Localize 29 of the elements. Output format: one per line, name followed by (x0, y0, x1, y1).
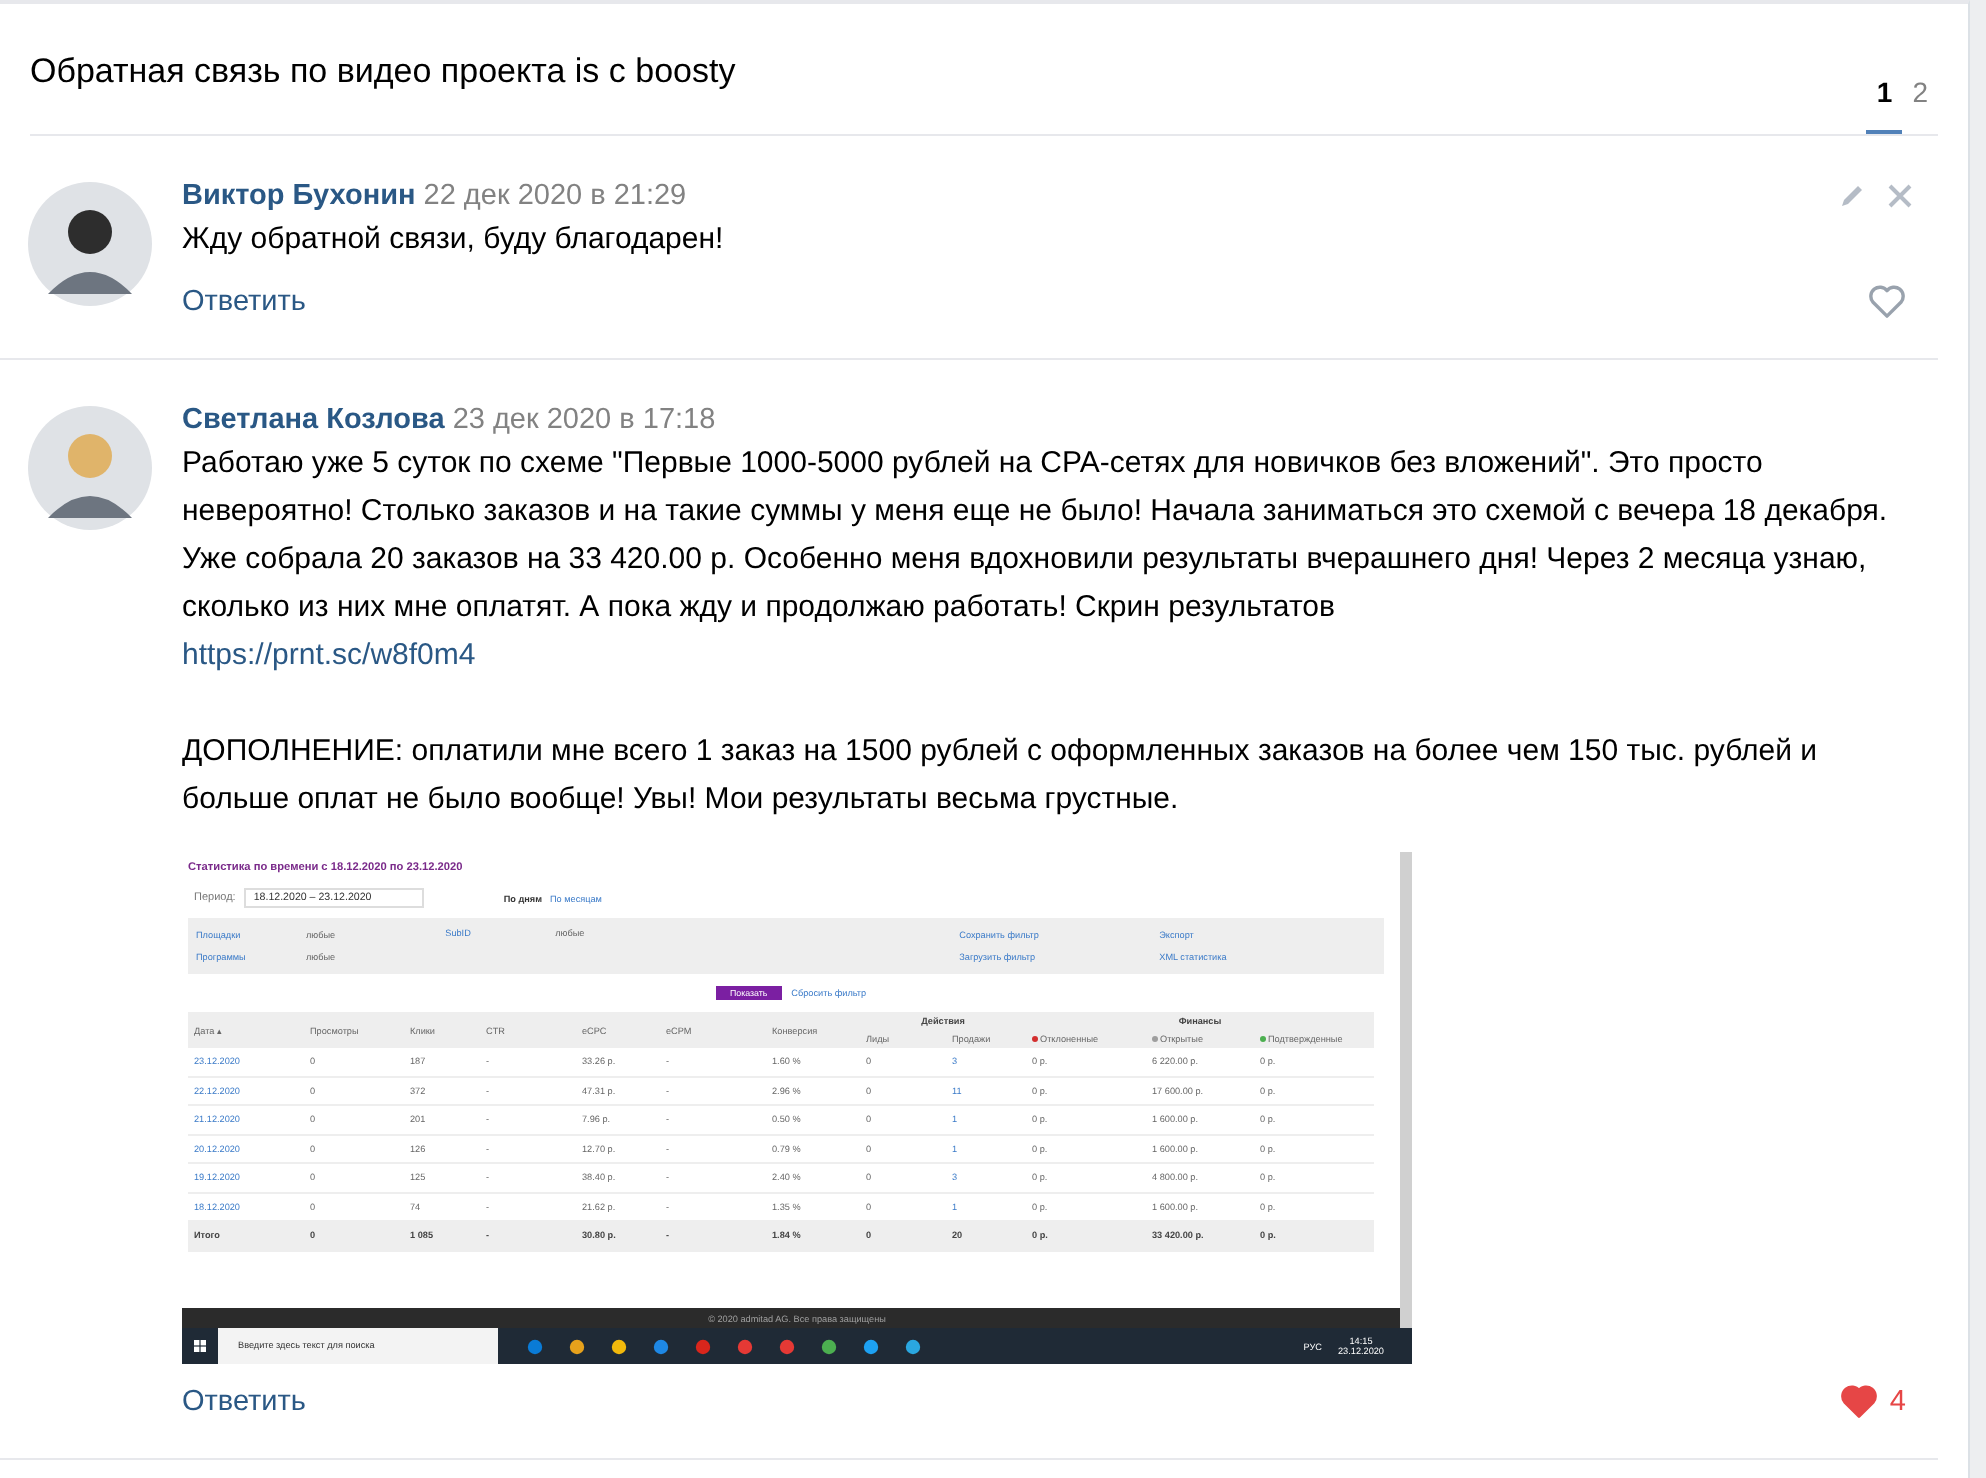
app-icon[interactable] (652, 1337, 670, 1355)
app-icon[interactable] (862, 1337, 880, 1355)
link[interactable]: https://prnt.sc/w8f0m4 (182, 632, 476, 680)
app-icon[interactable] (778, 1337, 796, 1355)
app-icon[interactable] (526, 1337, 544, 1355)
app-icon[interactable] (610, 1337, 628, 1355)
heart-icon (1839, 1384, 1878, 1418)
like-count: 4 (1889, 1385, 1906, 1417)
topic-title: Обратная связь по видео проекта is с boosty (30, 52, 736, 92)
app-icon[interactable] (820, 1337, 838, 1355)
app-icon[interactable] (736, 1337, 754, 1355)
reply-link[interactable]: Ответить (182, 285, 306, 317)
page-tab[interactable]: 2 (1902, 76, 1938, 134)
author-name[interactable]: Светлана Козлова (182, 404, 445, 436)
comment-date: 22 дек 2020 в 21:29 (423, 180, 687, 212)
reply-link[interactable]: Ответить (182, 1385, 306, 1417)
comment-text: ДОПОЛНЕНИЕ: оплатили мне всего 1 заказ на 1500 рублей с оформленных заказов на более чем 150 тыс. рублей и больше оплат не было вообще! Увы! Мои результаты весьма грустные. (182, 732, 1820, 820)
heart-icon (1868, 284, 1906, 318)
page-tab[interactable]: 1 (1866, 76, 1903, 134)
avatar[interactable] (28, 182, 152, 306)
app-icon[interactable] (568, 1337, 586, 1355)
comment-date: 23 дек 2020 в 17:18 (452, 404, 716, 436)
comment-text: Жду обратной связи, буду благодарен! (182, 220, 726, 260)
comment-text: Работаю уже 5 суток по схеме "Первые 1000-5000 рублей на CPA-сетях для новичков без вложений". Это просто невероятно! Столько заказов и на такие суммы у меня еще не было! Начала заниматься это схемой с вечера 18 декабря. Уже собрала 20 заказов на 33 420.00 р. Особенно меня вдохновили результаты вчерашнего дня! Через 2 месяца узнаю, сколько из них мне оплатят. А пока жду и продолжаю работать! Скрин результатов (182, 444, 1890, 628)
author-name[interactable]: Виктор Бухонин (182, 180, 416, 212)
like-button[interactable]: 4 (1839, 1384, 1906, 1418)
app-icon[interactable] (904, 1337, 922, 1355)
like-button[interactable] (1868, 284, 1906, 318)
windows-icon[interactable] (194, 1340, 206, 1352)
